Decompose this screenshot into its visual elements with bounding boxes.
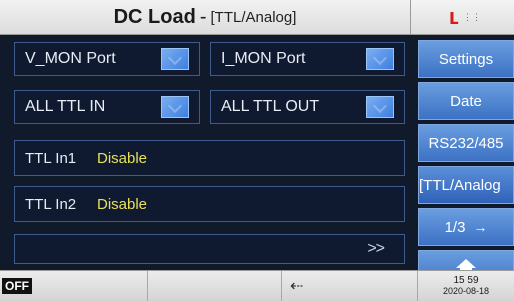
date-button[interactable]: Date bbox=[418, 82, 514, 120]
clock: 15 59 2020-08-18 bbox=[418, 271, 514, 301]
all-ttl-out-label: ALL TTL OUT bbox=[221, 98, 320, 115]
app-title: DC Load bbox=[113, 5, 196, 28]
ttl-in2-label: TTL In2 bbox=[25, 195, 77, 213]
output-state-badge: OFF bbox=[2, 278, 32, 294]
title-bar: DC Load - [TTL/Analog] bbox=[0, 0, 410, 35]
all-ttl-in-checkbox[interactable] bbox=[161, 96, 189, 118]
logo-mark-icon: ʟ bbox=[449, 4, 459, 29]
page-number: 1/3 bbox=[444, 218, 466, 236]
title-separator: - bbox=[199, 5, 207, 28]
ttl-in2-value[interactable]: Disable bbox=[97, 196, 147, 213]
ttl-in1-label: TTL In1 bbox=[25, 149, 77, 167]
rs232-485-button[interactable]: RS232/485 bbox=[418, 124, 514, 162]
arrow-right-icon: → bbox=[473, 219, 488, 235]
ttl-in1-value[interactable]: Disable bbox=[97, 150, 147, 167]
v-mon-port-checkbox[interactable] bbox=[161, 48, 189, 70]
clock-date: 2020-08-18 bbox=[442, 286, 490, 296]
all-ttl-in-label: ALL TTL IN bbox=[25, 98, 106, 115]
settings-button[interactable]: Settings bbox=[418, 40, 514, 78]
status-bar: OFF ⇠ 15 59 2020-08-18 bbox=[0, 270, 514, 301]
ttl-in1-row[interactable]: TTL In1 Disable bbox=[14, 140, 405, 176]
all-ttl-in-toggle[interactable]: ALL TTL IN bbox=[14, 90, 200, 124]
v-mon-port-toggle[interactable]: V_MON Port bbox=[14, 42, 200, 76]
all-ttl-out-checkbox[interactable] bbox=[366, 96, 394, 118]
next-page-button[interactable]: >> bbox=[367, 240, 385, 258]
page-title: [TTL/Analog] bbox=[210, 8, 297, 26]
logo-text-icon: ⋮⋮ bbox=[462, 11, 481, 22]
status-segment-2 bbox=[148, 271, 282, 301]
brand-logo: ʟ ⋮⋮ bbox=[410, 0, 514, 35]
clock-time: 15 59 bbox=[453, 275, 479, 286]
i-mon-port-toggle[interactable]: I_MON Port bbox=[210, 42, 405, 76]
next-page-row[interactable]: >> bbox=[14, 234, 405, 264]
all-ttl-out-toggle[interactable]: ALL TTL OUT bbox=[210, 90, 405, 124]
usb-segment: ⇠ bbox=[282, 271, 418, 301]
i-mon-port-checkbox[interactable] bbox=[366, 48, 394, 70]
usb-icon: ⇠ bbox=[290, 278, 304, 295]
main-panel: V_MON Port I_MON Port ALL TTL IN ALL TTL… bbox=[14, 42, 410, 264]
page-indicator-button[interactable]: 1/3 → bbox=[418, 208, 514, 246]
i-mon-port-label: I_MON Port bbox=[221, 50, 306, 67]
v-mon-port-label: V_MON Port bbox=[25, 50, 116, 67]
output-state-segment: OFF bbox=[0, 271, 148, 301]
ttl-analog-button[interactable]: [TTL/Analog bbox=[418, 166, 514, 204]
ttl-in2-row[interactable]: TTL In2 Disable bbox=[14, 186, 405, 222]
